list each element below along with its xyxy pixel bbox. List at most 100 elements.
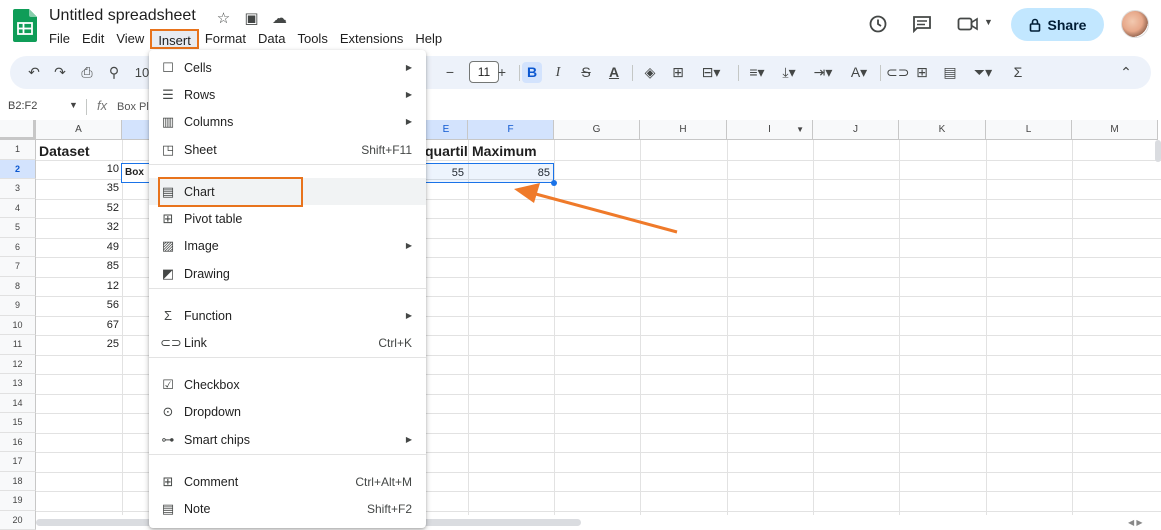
meet-dropdown-icon[interactable]: ▼ — [984, 17, 993, 27]
merge-cells-icon[interactable]: ⊟▾ — [698, 62, 724, 83]
row-header[interactable]: 8 — [0, 276, 36, 296]
menu-item-columns[interactable]: ▥ Columns ▶ — [149, 108, 426, 135]
text-wrapping-icon[interactable]: ⇥▾ — [810, 62, 836, 83]
decrease-font-size-button[interactable]: − — [442, 62, 458, 83]
menu-insert[interactable]: Insert — [150, 29, 199, 49]
column-header-m[interactable]: M — [1072, 120, 1158, 140]
column-header-g[interactable]: G — [554, 120, 640, 140]
row-header[interactable]: 7 — [0, 257, 36, 277]
insert-link-icon[interactable]: ⊂⊃ — [886, 62, 909, 83]
menu-view[interactable]: View — [110, 29, 150, 49]
insert-chart-icon[interactable]: ▤ — [942, 62, 958, 83]
zoom-select[interactable]: 10 — [134, 62, 150, 83]
row-header[interactable]: 10 — [0, 315, 36, 335]
cell-a1[interactable]: Dataset — [39, 140, 90, 159]
menu-item-note[interactable]: ▤ Note Shift+F2 — [149, 495, 426, 522]
cell-b2[interactable]: Box P — [121, 163, 151, 183]
row-header[interactable]: 4 — [0, 198, 36, 218]
redo-icon[interactable]: ↷ — [52, 62, 68, 83]
cell-column-a[interactable]: 25 — [36, 335, 119, 354]
row-header[interactable]: 11 — [0, 335, 36, 355]
row-header[interactable]: 1 — [0, 140, 36, 160]
menu-item-pivot-table[interactable]: ⊞ Pivot table — [149, 205, 426, 232]
cell-e1[interactable]: quartil — [425, 140, 468, 159]
menu-tools[interactable]: Tools — [291, 29, 333, 49]
text-rotation-icon[interactable]: A▾ — [846, 62, 872, 83]
column-header-f[interactable]: F — [468, 120, 554, 140]
column-menu-icon[interactable]: ▼ — [796, 120, 804, 140]
paint-format-icon[interactable]: ⚲ — [106, 62, 122, 83]
column-header-k[interactable]: K — [899, 120, 986, 140]
menu-extensions[interactable]: Extensions — [334, 29, 410, 49]
column-header-b[interactable] — [122, 120, 152, 140]
column-header-l[interactable]: L — [986, 120, 1072, 140]
column-header-j[interactable]: J — [813, 120, 899, 140]
name-box[interactable]: B2:F2 — [8, 100, 37, 112]
cell-column-a[interactable]: 52 — [36, 199, 119, 218]
menu-item-checkbox[interactable]: ☑ Checkbox — [149, 371, 426, 398]
menu-item-sheet[interactable]: ◳ Sheet Shift+F11 — [149, 136, 426, 163]
column-header-a[interactable]: A — [36, 120, 122, 140]
menu-help[interactable]: Help — [409, 29, 448, 49]
move-folder-icon[interactable]: ▣ — [242, 9, 261, 27]
menu-item-smart-chips[interactable]: ⊶ Smart chips ▶ — [149, 426, 426, 453]
functions-icon[interactable]: Σ — [1010, 62, 1026, 83]
menu-item-link[interactable]: ⊂⊃ Link Ctrl+K — [149, 329, 426, 356]
column-header-e[interactable]: E — [425, 120, 468, 140]
cell-column-a[interactable]: 49 — [36, 238, 119, 257]
menu-item-image[interactable]: ▨ Image ▶ — [149, 232, 426, 259]
row-header[interactable]: 19 — [0, 491, 36, 511]
menu-item-cells[interactable]: ☐ Cells ▶ — [149, 54, 426, 81]
name-box-dropdown-icon[interactable]: ▼ — [69, 100, 78, 110]
vertical-scrollbar[interactable] — [1155, 140, 1161, 162]
cell-column-a[interactable]: 85 — [36, 257, 119, 276]
cell-column-a[interactable]: 35 — [36, 179, 119, 198]
cell-column-a[interactable]: 12 — [36, 277, 119, 296]
share-button[interactable]: Share — [1011, 8, 1104, 41]
meet-icon[interactable] — [957, 16, 979, 32]
row-header[interactable]: 16 — [0, 432, 36, 452]
menu-format[interactable]: Format — [199, 29, 252, 49]
collapse-toolbar-icon[interactable]: ⌃ — [1118, 62, 1134, 83]
cell-column-a[interactable]: 56 — [36, 296, 119, 315]
menu-item-dropdown[interactable]: ⊙ Dropdown — [149, 398, 426, 425]
row-header[interactable]: 20 — [0, 510, 36, 530]
borders-icon[interactable]: ⊞ — [670, 62, 686, 83]
cell-column-a[interactable]: 32 — [36, 218, 119, 237]
row-header[interactable]: 2 — [0, 159, 36, 179]
sheets-logo-icon[interactable] — [13, 9, 37, 42]
fill-color-icon[interactable]: ◈ — [642, 62, 658, 83]
cell-f1[interactable]: Maximum — [472, 140, 537, 159]
column-header-h[interactable]: H — [640, 120, 727, 140]
cloud-status-icon[interactable]: ☁ — [270, 9, 289, 27]
row-header[interactable]: 9 — [0, 296, 36, 316]
print-icon[interactable]: ⎙ — [78, 62, 96, 83]
row-header[interactable]: 12 — [0, 354, 36, 374]
menu-item-rows[interactable]: ☰ Rows ▶ — [149, 81, 426, 108]
avatar[interactable] — [1121, 10, 1149, 38]
row-header[interactable]: 3 — [0, 179, 36, 199]
row-header[interactable]: 17 — [0, 452, 36, 472]
row-header[interactable]: 18 — [0, 471, 36, 491]
star-icon[interactable]: ☆ — [214, 9, 233, 27]
row-header[interactable]: 6 — [0, 237, 36, 257]
menu-data[interactable]: Data — [252, 29, 291, 49]
menu-file[interactable]: File — [43, 29, 76, 49]
filter-icon[interactable]: ⏷▾ — [970, 62, 996, 83]
scroll-arrows-icon[interactable]: ◀ ▶ — [1128, 518, 1143, 527]
cell-column-a[interactable]: 10 — [36, 160, 119, 179]
row-header[interactable]: 14 — [0, 393, 36, 413]
version-history-icon[interactable] — [868, 14, 888, 34]
vertical-align-icon[interactable]: ⤓▾ — [776, 62, 802, 83]
insert-comment-icon[interactable]: ⊞ — [914, 62, 930, 83]
increase-font-size-button[interactable]: + — [494, 62, 510, 83]
row-header[interactable]: 15 — [0, 413, 36, 433]
menu-item-function[interactable]: Σ Function ▶ — [149, 302, 426, 329]
menu-item-drawing[interactable]: ◩ Drawing — [149, 260, 426, 287]
cell-column-a[interactable]: 67 — [36, 316, 119, 335]
text-color-icon[interactable]: A — [606, 62, 622, 83]
column-header-i[interactable]: I ▼ — [727, 120, 813, 140]
undo-icon[interactable]: ↶ — [26, 62, 42, 83]
italic-icon[interactable]: I — [550, 62, 566, 83]
select-all-corner[interactable] — [0, 120, 36, 140]
